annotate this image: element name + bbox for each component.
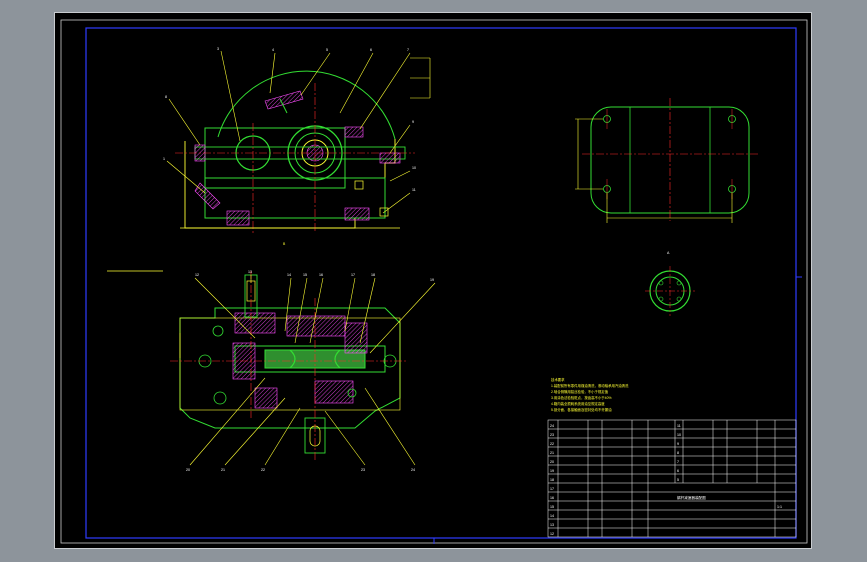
tech-req-line-1: 1.装配前所有零件用煤油清洗，滚动轴承用汽油清洗: [551, 383, 629, 388]
svg-text:7: 7: [407, 48, 409, 52]
svg-text:6: 6: [677, 469, 679, 473]
svg-text:4: 4: [272, 48, 274, 52]
svg-text:22: 22: [550, 442, 554, 446]
front-view: B 3 4 5 6 7 8 1 9 10 11: [163, 47, 431, 246]
svg-text:7: 7: [677, 460, 679, 464]
svg-text:21: 21: [550, 451, 554, 455]
title-block: 蜗杆减速器装配图 1:1: [677, 495, 782, 509]
tech-req-line-4: 4.箱内装全损耗系统用油至规定高度: [551, 401, 605, 406]
svg-text:16: 16: [550, 496, 554, 500]
svg-text:15: 15: [303, 273, 307, 277]
svg-text:15: 15: [550, 505, 554, 509]
svg-text:6: 6: [370, 48, 372, 52]
svg-text:17: 17: [550, 487, 554, 491]
svg-text:20: 20: [550, 460, 554, 464]
svg-text:9: 9: [412, 120, 414, 124]
drawing-sheet: B 345 678 1 9 10 11 12 13 14 15 16 17 18…: [54, 12, 812, 549]
cad-drawing: B 345 6 78 1910 11 121314 15 16 17 1819 …: [60, 19, 808, 544]
svg-text:17: 17: [351, 273, 355, 277]
svg-text:23: 23: [361, 468, 365, 472]
tech-req-line-5: 5.剖分面、各接触面及密封处均不许漏油: [551, 407, 612, 412]
svg-text:18: 18: [550, 478, 554, 482]
svg-text:10: 10: [677, 433, 681, 437]
svg-text:13: 13: [550, 523, 554, 527]
section-mark-b: B: [283, 242, 286, 246]
svg-text:11: 11: [677, 424, 681, 428]
svg-text:24: 24: [411, 468, 415, 472]
svg-text:19: 19: [430, 278, 434, 282]
svg-text:21: 21: [221, 468, 225, 472]
title-block-name: 蜗杆减速器装配图: [677, 495, 706, 500]
svg-text:16: 16: [319, 273, 323, 277]
title-block-scale: 1:1: [777, 505, 782, 509]
outer-border: [60, 19, 808, 544]
parts-list-table: [547, 419, 797, 538]
svg-text:18: 18: [371, 273, 375, 277]
svg-text:24: 24: [550, 424, 554, 428]
svg-text:8: 8: [165, 95, 167, 99]
technical-requirements: 技术要求 1.装配前所有零件用煤油清洗，滚动轴承用汽油清洗 2.啮合侧隙用铅丝检…: [551, 377, 629, 412]
detail-view-a: A: [645, 251, 695, 316]
svg-text:1: 1: [163, 157, 165, 161]
svg-text:19: 19: [550, 469, 554, 473]
tech-req-line-2: 2.啮合侧隙用铅丝检验，不小于规定值: [551, 389, 609, 394]
svg-text:3: 3: [217, 47, 219, 51]
detail-mark-a: A: [667, 251, 670, 255]
svg-text:14: 14: [287, 273, 291, 277]
svg-text:5: 5: [677, 478, 679, 482]
base-plan-view: [575, 98, 760, 223]
svg-text:23: 23: [550, 433, 554, 437]
svg-text:22: 22: [261, 468, 265, 472]
tech-req-line-3: 3.用涂色法检验斑点，按齿高不小于40%: [551, 395, 611, 400]
inner-frame: [85, 27, 797, 539]
tech-req-heading: 技术要求: [551, 377, 565, 382]
svg-text:20: 20: [186, 468, 190, 472]
svg-text:14: 14: [550, 514, 554, 518]
top-view: 12 13 14 15 16 17 18 19 20 21 22 23 24: [107, 270, 436, 472]
svg-text:8: 8: [677, 451, 679, 455]
svg-text:9: 9: [677, 442, 679, 446]
svg-text:10: 10: [412, 166, 416, 170]
svg-text:13: 13: [248, 270, 252, 274]
svg-text:12: 12: [195, 273, 199, 277]
svg-text:5: 5: [326, 48, 328, 52]
svg-text:11: 11: [412, 188, 416, 192]
svg-text:12: 12: [550, 532, 554, 536]
